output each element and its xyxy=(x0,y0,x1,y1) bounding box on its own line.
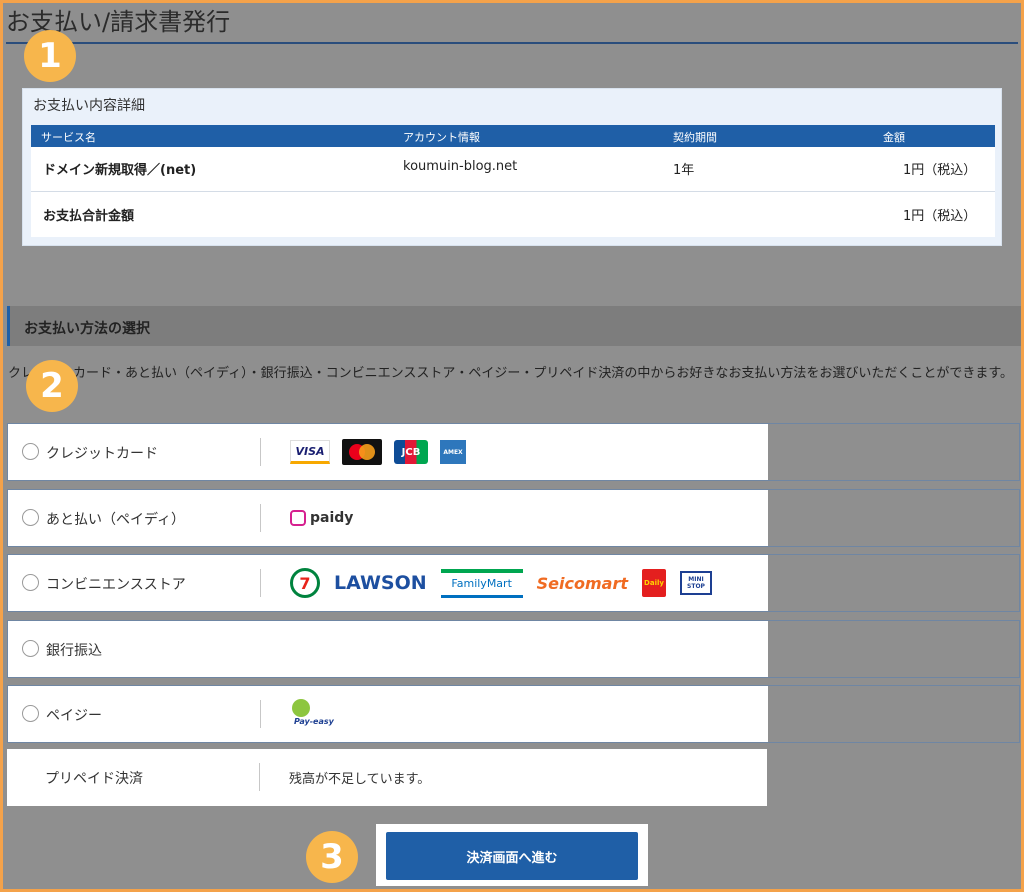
total-row: お支払合計金額 1円（税込） xyxy=(31,193,995,237)
title-divider xyxy=(6,42,1018,44)
seven-eleven-logo: 7 xyxy=(290,568,320,598)
step-badge-1: 1 xyxy=(24,30,76,82)
radio-convenience-store[interactable] xyxy=(22,574,39,591)
insufficient-balance-note: 残高が不足しています。 xyxy=(289,772,431,787)
radio-paidy[interactable] xyxy=(22,509,39,526)
service-name: ドメイン新規取得／(net) xyxy=(43,163,197,178)
payment-option-prepaid: プリペイド決済 残高が不足しています。 xyxy=(7,749,1018,806)
contract-period: 1年 xyxy=(673,163,695,178)
header-service: サービス名 xyxy=(41,131,96,144)
details-table-header: サービス名 アカウント情報 契約期間 金額 xyxy=(31,125,995,147)
payment-details-title: お支払い内容詳細 xyxy=(33,98,145,114)
header-period: 契約期間 xyxy=(673,131,717,144)
option-label: 銀行振込 xyxy=(46,643,102,659)
visa-logo: VISA xyxy=(290,440,330,464)
payment-option-bank-transfer[interactable]: 銀行振込 xyxy=(7,620,1020,678)
pay-easy-logo: Pay-easy xyxy=(290,699,334,729)
radio-credit-card[interactable] xyxy=(22,443,39,460)
radio-pay-easy[interactable] xyxy=(22,705,39,722)
option-label: プリペイド決済 xyxy=(45,771,143,787)
payment-option-pay-easy[interactable]: ペイジー Pay-easy xyxy=(7,685,1020,743)
step-badge-2: 2 xyxy=(26,360,78,412)
details-table-body: ドメイン新規取得／(net) koumuin-blog.net 1年 1円（税込… xyxy=(31,147,995,237)
option-label: あと払い（ペイディ） xyxy=(46,512,186,528)
table-row: ドメイン新規取得／(net) koumuin-blog.net 1年 1円（税込… xyxy=(31,147,995,192)
header-account: アカウント情報 xyxy=(403,131,480,144)
option-label: クレジットカード xyxy=(46,446,158,462)
header-amount: 金額 xyxy=(883,131,905,144)
radio-bank-transfer[interactable] xyxy=(22,640,39,657)
payment-method-section-header: お支払い方法の選択 xyxy=(7,306,1021,346)
daily-yamazaki-logo: Daily xyxy=(642,569,666,597)
payment-option-convenience-store[interactable]: コンビニエンスストア 7 LAWSON FamilyMart Seicomart… xyxy=(7,554,1020,612)
payment-option-paidy[interactable]: あと払い（ペイディ） paidy xyxy=(7,489,1020,547)
jcb-logo: JCB xyxy=(394,440,428,464)
amount: 1円（税込） xyxy=(903,163,977,178)
submit-button-wrap: 決済画面へ進む xyxy=(376,824,648,886)
payment-option-credit-card[interactable]: クレジットカード VISA JCB AMEX xyxy=(7,423,1020,481)
seicomart-logo: Seicomart xyxy=(536,573,628,593)
proceed-to-payment-button[interactable]: 決済画面へ進む xyxy=(386,832,638,880)
lawson-logo: LAWSON xyxy=(334,572,427,594)
option-label: ペイジー xyxy=(46,708,102,724)
total-amount: 1円（税込） xyxy=(903,209,977,224)
section-title: お支払い方法の選択 xyxy=(24,321,150,337)
amex-logo: AMEX xyxy=(440,440,466,464)
step-badge-3: 3 xyxy=(306,831,358,883)
familymart-logo: FamilyMart xyxy=(440,568,523,598)
mastercard-logo xyxy=(342,439,382,465)
total-label: お支払合計金額 xyxy=(43,209,135,224)
payment-intro-text: クレジットカード・あと払い（ペイディ）・銀行振込・コンビニエンスストア・ペイジー… xyxy=(8,366,1014,381)
paidy-logo: paidy xyxy=(290,510,353,526)
ministop-logo: MINI STOP xyxy=(680,571,712,595)
account-info: koumuin-blog.net xyxy=(403,159,518,174)
payment-details-panel: お支払い内容詳細 サービス名 アカウント情報 契約期間 金額 ドメイン新規取得／… xyxy=(22,88,1002,246)
option-label: コンビニエンスストア xyxy=(46,577,186,593)
